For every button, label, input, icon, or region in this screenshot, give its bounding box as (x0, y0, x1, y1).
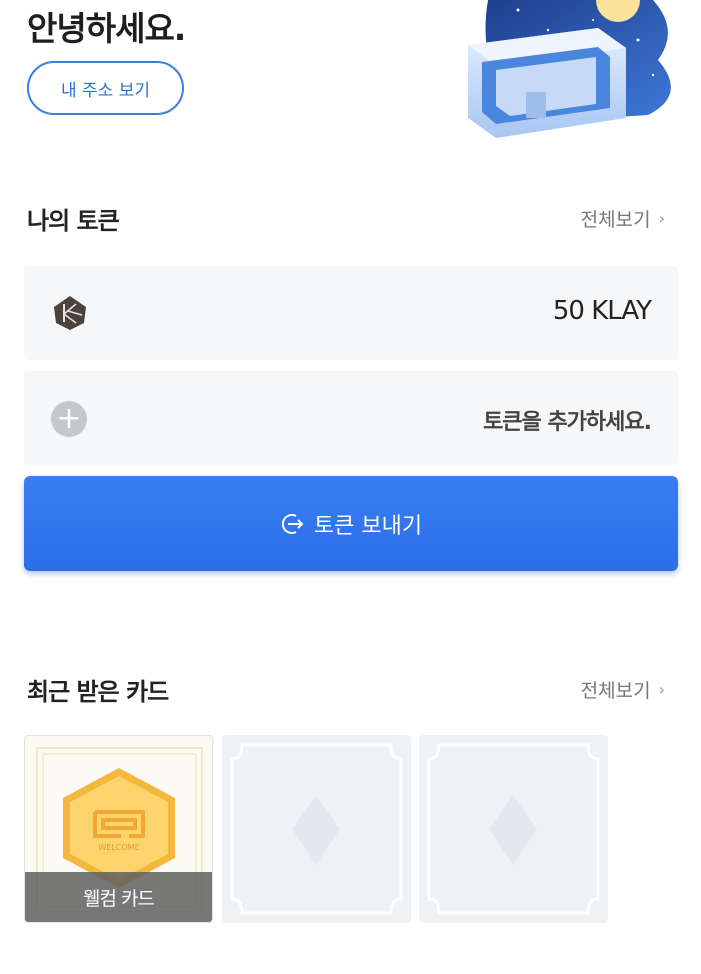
diamond-placeholder-icon (230, 743, 403, 915)
card-placeholder[interactable] (419, 735, 608, 923)
send-token-button[interactable]: 토큰 보내기 (24, 476, 678, 571)
view-address-button[interactable]: 내 주소 보기 (27, 61, 184, 115)
recent-cards-title: 최근 받은 카드 (27, 678, 169, 706)
my-tokens-title: 나의 토큰 (27, 207, 120, 235)
token-amount: 50 KLAY (552, 296, 652, 326)
add-token-label: 토큰을 추가하세요. (483, 410, 652, 435)
token-row-klay[interactable]: 50 KLAY (24, 266, 678, 360)
plus-icon: + (51, 401, 87, 437)
send-token-label: 토큰 보내기 (313, 513, 423, 539)
recent-cards-see-all-link[interactable]: 전체보기 › (581, 676, 665, 703)
see-all-label: 전체보기 (580, 680, 651, 702)
card-welcome[interactable]: WELCOME 웰컴 카드 (24, 735, 213, 923)
chevron-right-icon: › (658, 209, 665, 228)
send-arrow-icon (281, 513, 304, 534)
greeting-title: 안녕하세요. (27, 9, 186, 48)
svg-text:WELCOME: WELCOME (98, 843, 139, 852)
wallet-illustration (468, 0, 671, 138)
card-label: 웰컴 카드 (25, 872, 212, 922)
diamond-placeholder-icon (427, 743, 600, 915)
add-token-row[interactable]: + 토큰을 추가하세요. (24, 371, 678, 465)
my-tokens-see-all-link[interactable]: 전체보기 › (581, 205, 665, 232)
card-placeholder[interactable] (222, 735, 411, 923)
klay-logo-icon (54, 296, 86, 330)
chevron-right-icon: › (658, 680, 665, 699)
see-all-label: 전체보기 (580, 209, 651, 231)
